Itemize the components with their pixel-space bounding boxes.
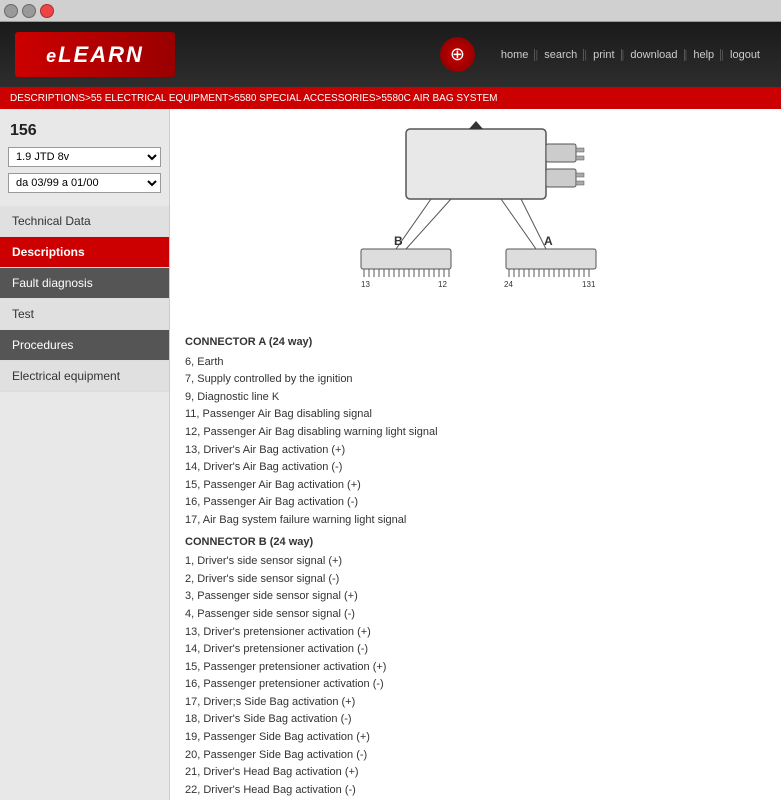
connector-b-pin: 4, Passenger side sensor signal (-) — [185, 606, 766, 624]
close-button[interactable] — [40, 4, 54, 18]
connector-b-pin: 22, Driver's Head Bag activation (-) — [185, 782, 766, 800]
nav-print[interactable]: print — [587, 49, 621, 61]
period-select[interactable]: da 03/99 a 01/00da 01/00 a 06/01 — [8, 173, 161, 193]
svg-text:24: 24 — [504, 280, 513, 289]
connector-a-pin: 14, Driver's Air Bag activation (-) — [185, 459, 766, 477]
connector-a-header: CONNECTOR A (24 way) — [185, 334, 766, 352]
title-bar — [0, 0, 781, 22]
connector-b-header: CONNECTOR B (24 way) — [185, 534, 766, 552]
nav-home[interactable]: home — [495, 49, 536, 61]
connector-b-pin: 2, Driver's side sensor signal (-) — [185, 571, 766, 589]
svg-text:13: 13 — [361, 280, 370, 289]
sidebar: 156 1.9 JTD 8v1.8 TS 16v2.0 JTS2.4 JTD d… — [0, 109, 170, 800]
connector-a-pin: 16, Passenger Air Bag activation (-) — [185, 494, 766, 512]
connector-b-pin: 16, Passenger pretensioner activation (-… — [185, 676, 766, 694]
connector-b-pin: 14, Driver's pretensioner activation (-) — [185, 641, 766, 659]
connector-a-pin: 17, Air Bag system failure warning light… — [185, 512, 766, 530]
sidebar-item-procedures[interactable]: Procedures — [0, 330, 169, 361]
nav-bar: ⊕ home | search | print | download | hel… — [425, 37, 766, 72]
nav-search[interactable]: search — [538, 49, 584, 61]
nav-help[interactable]: help — [687, 49, 721, 61]
engine-dropdown-wrapper: 1.9 JTD 8v1.8 TS 16v2.0 JTS2.4 JTD — [0, 144, 169, 170]
content-area[interactable]: B A — [170, 109, 781, 800]
svg-text:A: A — [544, 234, 553, 248]
connector-a-pin: 13, Driver's Air Bag activation (+) — [185, 442, 766, 460]
connector-b-pin: 20, Passenger Side Bag activation (-) — [185, 747, 766, 765]
ecu-diagram-container: B A — [185, 119, 766, 319]
nav-download[interactable]: download — [624, 49, 684, 61]
connector-b-pin: 15, Passenger pretensioner activation (+… — [185, 659, 766, 677]
svg-text:B: B — [394, 234, 403, 248]
connector-b-pin: 1, Driver's side sensor signal (+) — [185, 553, 766, 571]
sidebar-menu: Technical Data Descriptions Fault diagno… — [0, 206, 169, 392]
svg-text:1: 1 — [591, 280, 596, 289]
connector-a-pin: 12, Passenger Air Bag disabling warning … — [185, 424, 766, 442]
logo-text: eLEARN — [46, 42, 144, 68]
engine-select[interactable]: 1.9 JTD 8v1.8 TS 16v2.0 JTS2.4 JTD — [8, 147, 161, 167]
nav-logout[interactable]: logout — [724, 49, 766, 61]
connector-content: CONNECTOR A (24 way) 6, Earth7, Supply c… — [185, 334, 766, 800]
sidebar-item-fault-diagnosis[interactable]: Fault diagnosis — [0, 268, 169, 299]
ecu-diagram-svg: B A — [286, 119, 666, 319]
header: eLEARN ⊕ home | search | print | downloa… — [0, 22, 781, 87]
svg-text:12: 12 — [438, 280, 447, 289]
car-number: 156 — [0, 114, 169, 144]
connector-b-pin: 19, Passenger Side Bag activation (+) — [185, 729, 766, 747]
connector-a-pin: 7, Supply controlled by the ignition — [185, 371, 766, 389]
connector-a-pin: 11, Passenger Air Bag disabling signal — [185, 406, 766, 424]
connector-a-pin: 15, Passenger Air Bag activation (+) — [185, 477, 766, 495]
connector-b-pin: 18, Driver's Side Bag activation (-) — [185, 711, 766, 729]
connector-a-pin: 9, Diagnostic line K — [185, 389, 766, 407]
sidebar-item-technical-data[interactable]: Technical Data — [0, 206, 169, 237]
connector-b-pin: 17, Driver;s Side Bag activation (+) — [185, 694, 766, 712]
connector-a-pins: 6, Earth7, Supply controlled by the igni… — [185, 354, 766, 530]
maximize-button[interactable] — [22, 4, 36, 18]
minimize-button[interactable] — [4, 4, 18, 18]
connector-b-pins: 1, Driver's side sensor signal (+)2, Dri… — [185, 553, 766, 800]
sidebar-item-test[interactable]: Test — [0, 299, 169, 330]
logo: eLEARN — [15, 32, 175, 77]
sidebar-item-electrical-equipment[interactable]: Electrical equipment — [0, 361, 169, 392]
connector-b-pin: 3, Passenger side sensor signal (+) — [185, 588, 766, 606]
breadcrumb: DESCRIPTIONS>55 ELECTRICAL EQUIPMENT>558… — [0, 87, 781, 109]
main-layout: 156 1.9 JTD 8v1.8 TS 16v2.0 JTS2.4 JTD d… — [0, 109, 781, 800]
connector-b-pin: 13, Driver's pretensioner activation (+) — [185, 624, 766, 642]
alfa-romeo-logo: ⊕ — [440, 37, 475, 72]
connector-a-pin: 6, Earth — [185, 354, 766, 372]
connector-b-pin: 21, Driver's Head Bag activation (+) — [185, 764, 766, 782]
sidebar-item-descriptions[interactable]: Descriptions — [0, 237, 169, 268]
period-dropdown-wrapper: da 03/99 a 01/00da 01/00 a 06/01 — [0, 170, 169, 196]
